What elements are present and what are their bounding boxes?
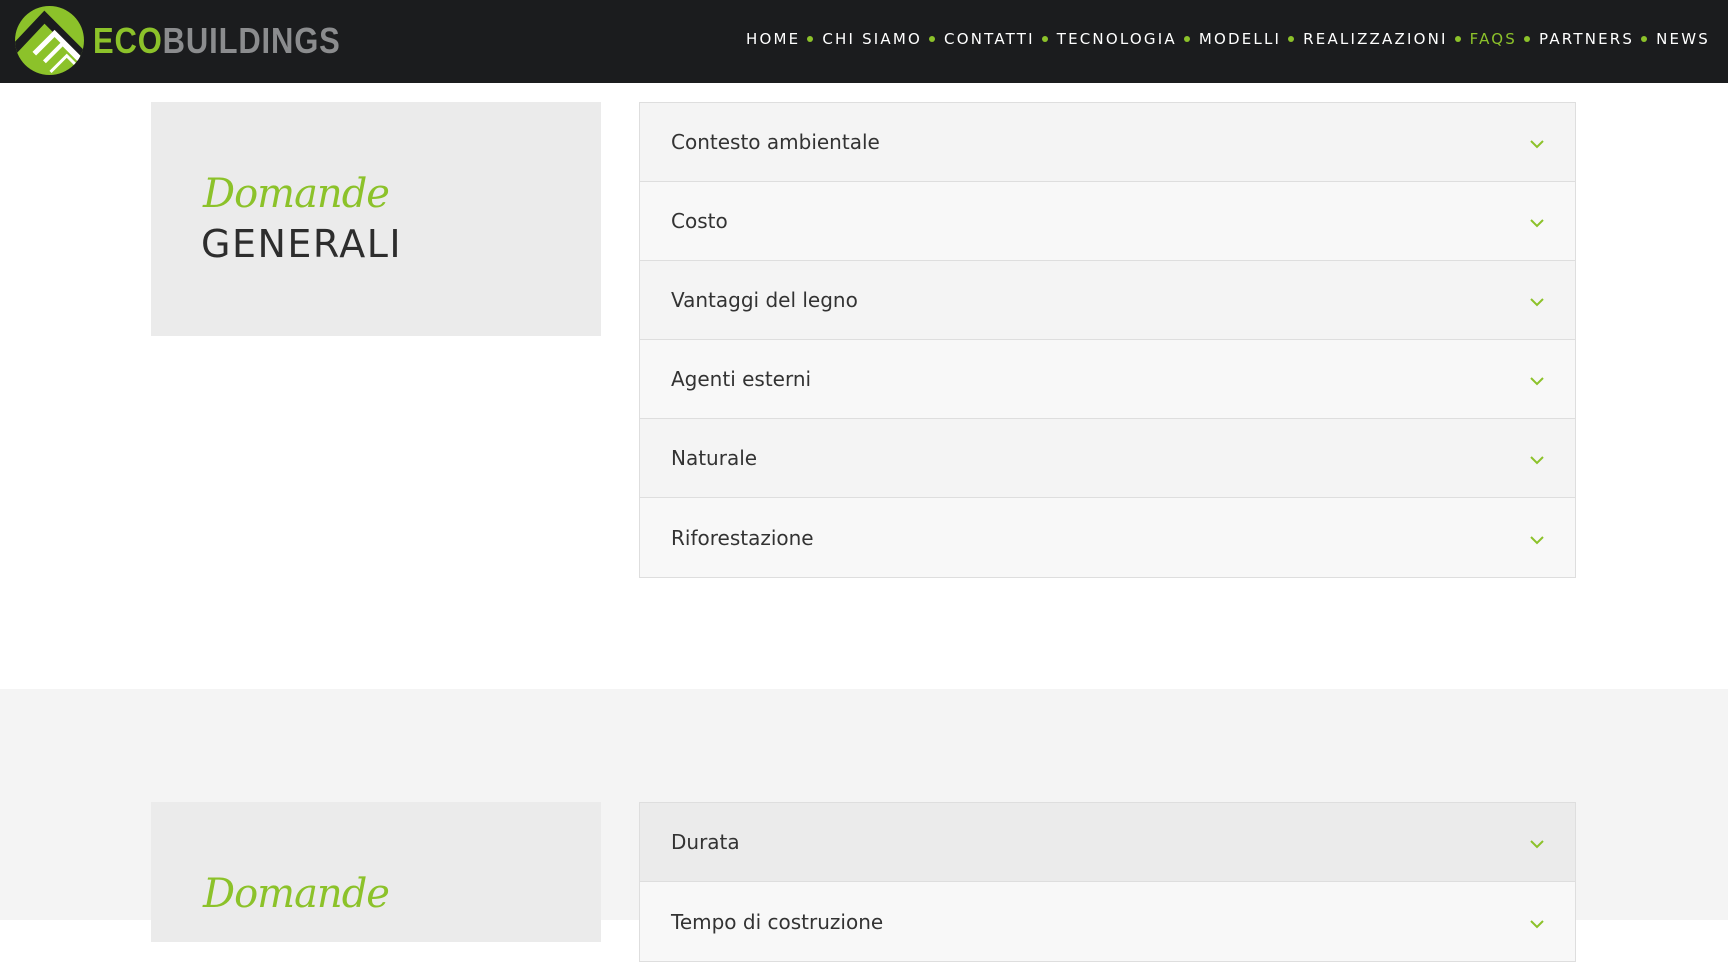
nav-separator-dot bbox=[1041, 35, 1048, 42]
nav-news[interactable]: NEWS bbox=[1656, 30, 1710, 48]
nav-chi-siamo[interactable]: CHI SIAMO bbox=[822, 30, 922, 48]
faq-item-label: Riforestazione bbox=[671, 525, 814, 550]
faq-item-label: Contesto ambientale bbox=[671, 130, 880, 154]
faq-category-card-generali: Domande GENERALI bbox=[151, 102, 601, 336]
nav-faqs[interactable]: FAQS bbox=[1470, 30, 1517, 48]
nav-separator-dot bbox=[1183, 35, 1190, 42]
chevron-down-icon bbox=[1530, 919, 1544, 928]
nav-separator-dot bbox=[929, 35, 936, 42]
nav-home[interactable]: HOME bbox=[746, 30, 800, 48]
faq-item-label: Agenti esterni bbox=[671, 367, 812, 391]
nav-contatti[interactable]: CONTATTI bbox=[944, 30, 1035, 48]
chevron-down-icon bbox=[1530, 140, 1544, 149]
mountain-logo-icon bbox=[15, 6, 84, 75]
logo-text-buildings: BUILDINGS bbox=[162, 19, 341, 61]
faq-item-label: Vantaggi del legno bbox=[671, 288, 858, 312]
faq-item[interactable]: Costo bbox=[640, 182, 1575, 261]
faq-item[interactable]: Agenti esterni bbox=[640, 340, 1575, 419]
logo-text-eco: ECO bbox=[93, 19, 163, 61]
faq-item[interactable]: Contesto ambientale bbox=[640, 103, 1575, 182]
main-nav: HOME CHI SIAMO CONTATTI TECNOLOGIA MODEL… bbox=[746, 0, 1710, 77]
category-title: GENERALI bbox=[201, 222, 403, 266]
chevron-down-icon bbox=[1530, 377, 1544, 386]
faq-item[interactable]: Tempo di costruzione bbox=[640, 882, 1575, 961]
chevron-down-icon bbox=[1530, 840, 1544, 849]
faq-category-card: Domande bbox=[151, 802, 601, 942]
nav-partners[interactable]: PARTNERS bbox=[1539, 30, 1634, 48]
faq-item-label: Tempo di costruzione bbox=[671, 909, 884, 934]
faq-accordion-generali: Contesto ambientale Costo Vantaggi del l… bbox=[639, 102, 1576, 578]
nav-realizzazioni[interactable]: REALIZZAZIONI bbox=[1303, 30, 1448, 48]
nav-separator-dot bbox=[1454, 35, 1461, 42]
nav-modelli[interactable]: MODELLI bbox=[1199, 30, 1281, 48]
chevron-down-icon bbox=[1530, 456, 1544, 465]
site-header: ECOBUILDINGS HOME CHI SIAMO CONTATTI TEC… bbox=[0, 0, 1728, 83]
category-script-label: Domande bbox=[203, 171, 390, 217]
faq-item[interactable]: Riforestazione bbox=[640, 498, 1575, 577]
chevron-down-icon bbox=[1530, 298, 1544, 307]
faq-accordion: Durata Tempo di costruzione bbox=[639, 802, 1576, 962]
faq-item-label: Costo bbox=[671, 209, 728, 233]
faq-item[interactable]: Vantaggi del legno bbox=[640, 261, 1575, 340]
chevron-down-icon bbox=[1530, 219, 1544, 228]
nav-separator-dot bbox=[1524, 35, 1531, 42]
site-logo[interactable]: ECOBUILDINGS bbox=[14, 5, 381, 76]
faq-item[interactable]: Naturale bbox=[640, 419, 1575, 498]
category-script-label: Domande bbox=[203, 871, 390, 917]
faq-item-label: Durata bbox=[671, 830, 740, 854]
nav-separator-dot bbox=[1288, 35, 1295, 42]
faq-item[interactable]: Durata bbox=[640, 803, 1575, 882]
faq-item-label: Naturale bbox=[671, 446, 758, 470]
chevron-down-icon bbox=[1530, 535, 1544, 544]
nav-tecnologia[interactable]: TECNOLOGIA bbox=[1057, 30, 1177, 48]
site-logo-text: ECOBUILDINGS bbox=[93, 19, 341, 61]
nav-separator-dot bbox=[807, 35, 814, 42]
nav-separator-dot bbox=[1641, 35, 1648, 42]
